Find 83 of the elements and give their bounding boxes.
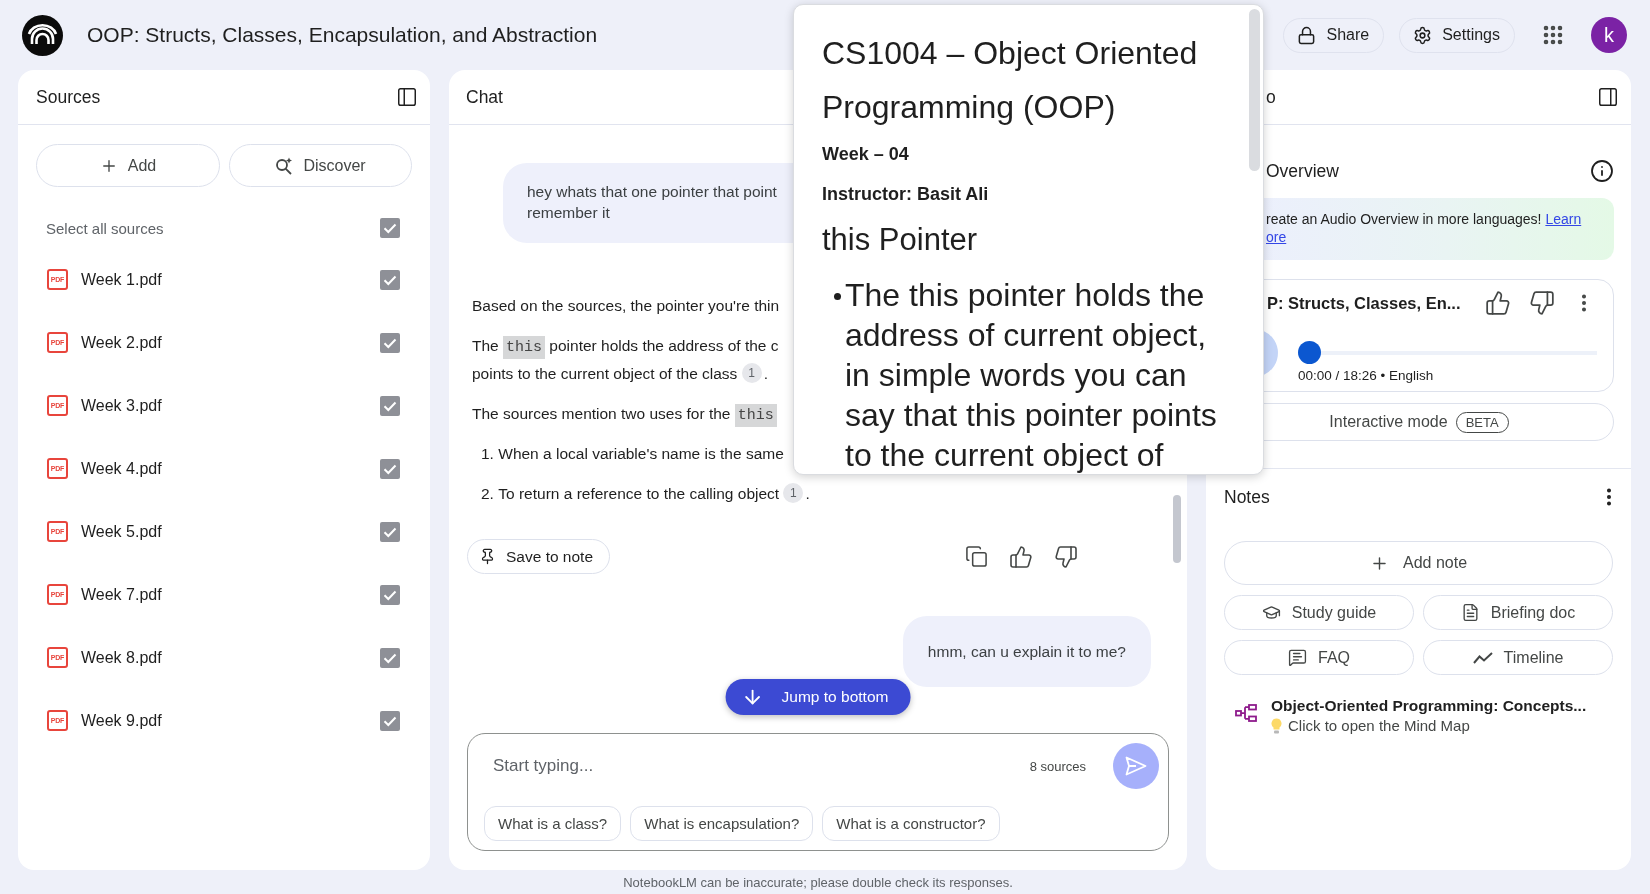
- source-name[interactable]: Week 1.pdf: [81, 270, 380, 289]
- source-name[interactable]: Week 9.pdf: [81, 711, 380, 730]
- source-name[interactable]: Week 3.pdf: [81, 396, 380, 415]
- checkbox[interactable]: [380, 332, 400, 353]
- answer-list-item: 2. To return a reference to the calling object 1 .: [481, 480, 810, 508]
- checkbox[interactable]: [380, 521, 400, 542]
- bullet-text: The this pointer holds the address of current object, in simple words you can say that this pointer points to the current object of: [845, 276, 1218, 474]
- source-name[interactable]: Week 8.pdf: [81, 648, 380, 667]
- bullet-icon: [834, 293, 841, 300]
- settings-icon: [1413, 25, 1433, 45]
- app-logo-icon[interactable]: [22, 14, 63, 56]
- source-name[interactable]: Week 4.pdf: [81, 459, 380, 478]
- section-title: Notes: [1224, 486, 1270, 508]
- copy-icon[interactable]: [965, 545, 988, 568]
- checkbox[interactable]: [380, 269, 400, 290]
- citation-chip[interactable]: 1: [741, 362, 762, 383]
- learn-more-link[interactable]: ore: [1266, 229, 1287, 245]
- study-guide-button[interactable]: Study guide: [1224, 595, 1414, 630]
- apps-grid-icon[interactable]: [1541, 23, 1565, 47]
- source-count: 8 sources: [1029, 758, 1086, 774]
- answer-paragraph: The sources mention two uses for the this: [472, 400, 777, 428]
- add-note-button[interactable]: Add note: [1224, 541, 1613, 585]
- save-to-note-button[interactable]: Save to note: [467, 539, 611, 574]
- checkbox[interactable]: [380, 584, 400, 605]
- panel-toggle-icon[interactable]: [1597, 86, 1619, 108]
- section-title: Overview: [1266, 160, 1339, 182]
- panel-title: Sources: [36, 86, 101, 108]
- add-source-button[interactable]: Add: [36, 144, 220, 187]
- thumbs-down-icon[interactable]: [1529, 290, 1555, 316]
- source-name[interactable]: Week 2.pdf: [81, 333, 380, 352]
- discover-button[interactable]: Discover: [229, 144, 412, 187]
- search-sparkle-icon: [275, 156, 294, 175]
- suggestion-chip[interactable]: What is a class?: [484, 806, 622, 841]
- document-week: Week – 04: [822, 143, 909, 166]
- graduation-cap-icon: [1261, 603, 1281, 622]
- banner-text: reate an Audio Overview in more languages! Learn ore: [1266, 210, 1582, 246]
- scrollbar-thumb[interactable]: [1173, 495, 1181, 563]
- mind-map-title[interactable]: Object-Oriented Programming: Concepts...: [1271, 696, 1587, 716]
- audio-title: P: Structs, Classes, En...: [1267, 293, 1461, 313]
- sidebar-toggle-icon[interactable]: [396, 86, 418, 108]
- checkbox[interactable]: [380, 395, 400, 416]
- learn-more-link[interactable]: Learn: [1545, 211, 1582, 227]
- mind-map-icon: [1235, 704, 1257, 722]
- user-message: hmm, can u explain it to me?: [902, 616, 1151, 687]
- source-name[interactable]: Week 7.pdf: [81, 585, 380, 604]
- document-title: CS1004 – Object Oriented Programming (OOP): [822, 34, 1199, 127]
- info-icon[interactable]: [1590, 159, 1614, 183]
- briefing-doc-button[interactable]: Briefing doc: [1423, 595, 1613, 630]
- lightbulb-icon: [1271, 718, 1282, 734]
- answer-paragraph: The this pointer holds the address of the c points to the current object of the class 1 .: [472, 335, 779, 385]
- notebook-title: OOP: Structs, Classes, Encapsulation, and Abstraction: [87, 23, 598, 47]
- checkbox[interactable]: [380, 710, 400, 731]
- source-name[interactable]: Week 5.pdf: [81, 522, 380, 541]
- thumbs-up-icon[interactable]: [1485, 290, 1511, 316]
- audio-progress-thumb[interactable]: [1298, 341, 1321, 364]
- answer-paragraph: Based on the sources, the pointer you're thin: [472, 296, 780, 316]
- panel-title: o: [1266, 86, 1276, 108]
- trend-line-icon: [1472, 651, 1493, 664]
- document-icon: [1460, 603, 1480, 622]
- audio-time-info: 00:00 / 18:26 • English: [1298, 368, 1434, 384]
- chat-lines-icon: [1288, 648, 1307, 667]
- select-all-label: Select all sources: [46, 219, 164, 237]
- suggestion-chip[interactable]: What is encapsulation?: [630, 806, 814, 841]
- send-icon: [1125, 756, 1147, 776]
- answer-list-item: 1. When a local variable's name is the same: [481, 444, 784, 464]
- thumbs-down-icon[interactable]: [1054, 544, 1078, 569]
- panel-title: Chat: [466, 86, 503, 108]
- suggestion-chip[interactable]: What is a constructor?: [822, 806, 1000, 841]
- timeline-button[interactable]: Timeline: [1423, 640, 1613, 675]
- pin-icon: [479, 548, 496, 565]
- faq-button[interactable]: FAQ: [1224, 640, 1414, 675]
- checkbox[interactable]: [380, 458, 400, 479]
- jump-to-bottom-button[interactable]: Jump to bottom: [725, 679, 911, 715]
- mind-map-hint: Click to open the Mind Map: [1288, 716, 1470, 736]
- checkbox[interactable]: [380, 218, 400, 238]
- lock-icon: [1297, 25, 1317, 45]
- thumbs-up-icon[interactable]: [1009, 544, 1033, 569]
- citation-chip[interactable]: 1: [783, 482, 804, 503]
- checkbox[interactable]: [380, 647, 400, 668]
- chat-input-box[interactable]: Start typing... 8 sources What is a class? What is encapsulation? What is a constructor?: [467, 733, 1169, 851]
- disclaimer-text: NotebookLM can be inaccurate; please double check its responses.: [622, 873, 1014, 892]
- scrollbar-thumb[interactable]: [1249, 9, 1260, 171]
- user-avatar[interactable]: k: [1591, 17, 1627, 53]
